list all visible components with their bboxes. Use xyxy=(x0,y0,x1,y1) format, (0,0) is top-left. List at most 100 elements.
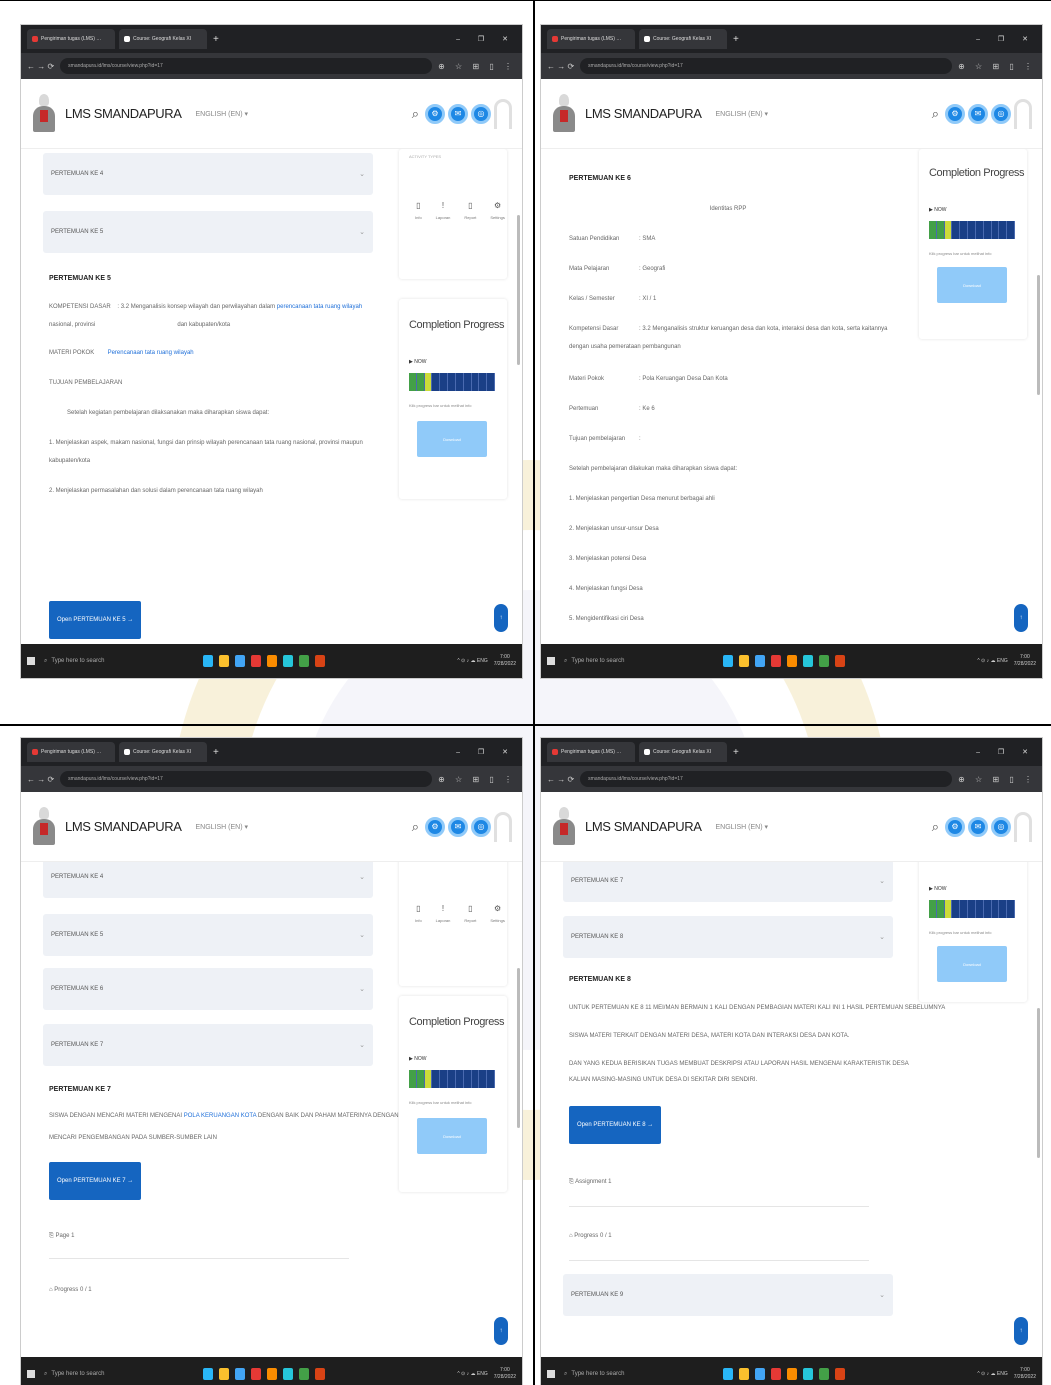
download-button[interactable]: Download xyxy=(417,421,487,457)
download-button[interactable]: Download xyxy=(937,267,1007,303)
new-tab-button[interactable]: + xyxy=(213,747,219,758)
download-button[interactable]: Download xyxy=(417,1118,487,1154)
language-selector[interactable]: ENGLISH (EN) ▾ xyxy=(195,823,248,831)
info-icon[interactable]: ▯ Info xyxy=(415,904,422,923)
excel-icon[interactable] xyxy=(299,1368,309,1380)
open-section-button[interactable]: Open PERTEMUAN KE 8 → xyxy=(569,1106,662,1144)
notification-icon[interactable]: ◎ xyxy=(471,103,491,124)
accordion-pertemuan-9[interactable]: PERTEMUAN KE 9 ⌄ xyxy=(563,1274,893,1316)
taskbar-search[interactable]: ⌕ Type here to search xyxy=(44,651,144,671)
browser-tab-2[interactable]: Course: Geografi Kelas XI xyxy=(119,742,207,762)
window-controls[interactable]: – ❐ ✕ xyxy=(976,35,1036,43)
language-selector[interactable]: ENGLISH (EN) ▾ xyxy=(195,110,248,118)
notification-icon[interactable]: ◎ xyxy=(991,816,1011,837)
gear-icon[interactable]: ⚙ Settings xyxy=(490,201,504,220)
browser-extensions[interactable]: ⊕ ☆ ⊞ ▯ ⋮ xyxy=(438,775,516,784)
mail-icon[interactable] xyxy=(235,1368,245,1380)
settings-icon[interactable]: ⚙ xyxy=(945,816,965,837)
report-icon[interactable]: ▯ Report xyxy=(464,904,476,923)
app-icon[interactable] xyxy=(267,1368,277,1380)
browser-tab-2[interactable]: Course: Geografi Kelas XI xyxy=(119,29,207,49)
message-icon[interactable]: ✉ xyxy=(968,816,988,837)
excel-icon[interactable] xyxy=(819,655,829,667)
scrollbar[interactable] xyxy=(1037,155,1040,638)
nav-arrows-icon[interactable]: ← → ⟳ xyxy=(547,775,574,784)
gear-icon[interactable]: ⚙ Settings xyxy=(490,904,504,923)
app-icon[interactable] xyxy=(283,1368,293,1380)
description-link[interactable]: POLA KERUANGAN KOTA xyxy=(184,1113,257,1119)
browser-tab-1[interactable]: Pengiriman tugas (LMS) … xyxy=(27,29,115,49)
school-logo[interactable] xyxy=(551,92,577,136)
app-icon[interactable] xyxy=(787,1368,797,1380)
new-tab-button[interactable]: + xyxy=(213,34,219,45)
url-input[interactable]: smandapura.id/lms/course/view.php?id=17 xyxy=(60,771,433,787)
chrome-icon[interactable] xyxy=(251,655,261,667)
settings-icon[interactable]: ⚙ xyxy=(425,103,445,124)
app-icon[interactable] xyxy=(803,1368,813,1380)
scroll-top-button[interactable]: ↑ xyxy=(1014,604,1028,632)
user-avatar[interactable] xyxy=(1014,98,1032,129)
assignment-activity[interactable]: ⎘ Assignment 1 xyxy=(569,1178,612,1186)
browser-extensions[interactable]: ⊕ ☆ ⊞ ▯ ⋮ xyxy=(958,775,1036,784)
brand-name[interactable]: LMS SMANDAPURA xyxy=(65,819,182,834)
progress-activity[interactable]: ⌂ Progress 0 / 1 xyxy=(49,1286,92,1294)
school-logo[interactable] xyxy=(551,805,577,849)
windows-start-icon[interactable] xyxy=(547,657,555,665)
brand-name[interactable]: LMS SMANDAPURA xyxy=(65,106,182,121)
accordion-pertemuan-7[interactable]: PERTEMUAN KE 7 ⌄ xyxy=(43,1024,373,1066)
progress-bar[interactable] xyxy=(409,1070,495,1088)
taskbar-search[interactable]: ⌕ Type here to search xyxy=(564,1364,664,1384)
edge-icon[interactable] xyxy=(203,655,213,667)
folder-icon[interactable] xyxy=(219,1368,229,1380)
powerpoint-icon[interactable] xyxy=(835,1368,845,1380)
mail-icon[interactable] xyxy=(755,655,765,667)
school-logo[interactable] xyxy=(31,805,57,849)
settings-icon[interactable]: ⚙ xyxy=(425,816,445,837)
accordion-pertemuan-6[interactable]: PERTEMUAN KE 6 ⌄ xyxy=(43,968,373,1010)
browser-tab-1[interactable]: Pengiriman tugas (LMS) … xyxy=(547,29,635,49)
app-icon[interactable] xyxy=(803,655,813,667)
message-icon[interactable]: ✉ xyxy=(448,103,468,124)
accordion-pertemuan-5[interactable]: PERTEMUAN KE 5 ⌄ xyxy=(43,914,373,956)
progress-activity[interactable]: ⌂ Progress 0 / 1 xyxy=(569,1232,612,1240)
progress-bar[interactable] xyxy=(409,373,495,391)
search-icon[interactable]: ⌕ xyxy=(412,106,419,122)
windows-start-icon[interactable] xyxy=(547,1370,555,1378)
window-controls[interactable]: – ❐ ✕ xyxy=(976,748,1036,756)
new-tab-button[interactable]: + xyxy=(733,747,739,758)
progress-bar[interactable] xyxy=(929,221,1015,239)
download-button[interactable]: Download xyxy=(937,946,1007,982)
window-controls[interactable]: – ❐ ✕ xyxy=(456,35,516,43)
nav-arrows-icon[interactable]: ← → ⟳ xyxy=(27,62,54,71)
edge-icon[interactable] xyxy=(723,1368,733,1380)
powerpoint-icon[interactable] xyxy=(315,1368,325,1380)
report-icon[interactable]: ▯ Report xyxy=(464,201,476,220)
browser-extensions[interactable]: ⊕ ☆ ⊞ ▯ ⋮ xyxy=(438,62,516,71)
user-avatar[interactable] xyxy=(494,98,512,129)
folder-icon[interactable] xyxy=(739,1368,749,1380)
browser-tab-1[interactable]: Pengiriman tugas (LMS) … xyxy=(547,742,635,762)
new-tab-button[interactable]: + xyxy=(733,34,739,45)
browser-tab-2[interactable]: Course: Geografi Kelas XI xyxy=(639,29,727,49)
browser-tab-2[interactable]: Course: Geografi Kelas XI xyxy=(639,742,727,762)
scroll-top-button[interactable]: ↑ xyxy=(494,604,508,632)
brand-name[interactable]: LMS SMANDAPURA xyxy=(585,106,702,121)
alert-icon[interactable]: ! Laporan xyxy=(436,904,451,923)
edge-icon[interactable] xyxy=(203,1368,213,1380)
windows-start-icon[interactable] xyxy=(27,657,35,665)
app-icon[interactable] xyxy=(283,655,293,667)
url-input[interactable]: smandapura.id/lms/course/view.php?id=17 xyxy=(580,58,953,74)
url-input[interactable]: smandapura.id/lms/course/view.php?id=17 xyxy=(580,771,953,787)
mail-icon[interactable] xyxy=(235,655,245,667)
url-input[interactable]: smandapura.id/lms/course/view.php?id=17 xyxy=(60,58,433,74)
system-tray[interactable]: ^ ⊙ ♪ ☁ ENG 7:00 7/28/2022 xyxy=(457,1367,516,1381)
window-controls[interactable]: – ❐ ✕ xyxy=(456,748,516,756)
scrollbar[interactable] xyxy=(517,155,520,638)
browser-extensions[interactable]: ⊕ ☆ ⊞ ▯ ⋮ xyxy=(958,62,1036,71)
progress-bar[interactable] xyxy=(929,900,1015,918)
language-selector[interactable]: ENGLISH (EN) ▾ xyxy=(715,823,768,831)
powerpoint-icon[interactable] xyxy=(835,655,845,667)
excel-icon[interactable] xyxy=(819,1368,829,1380)
scrollbar[interactable] xyxy=(1037,868,1040,1351)
chrome-icon[interactable] xyxy=(251,1368,261,1380)
